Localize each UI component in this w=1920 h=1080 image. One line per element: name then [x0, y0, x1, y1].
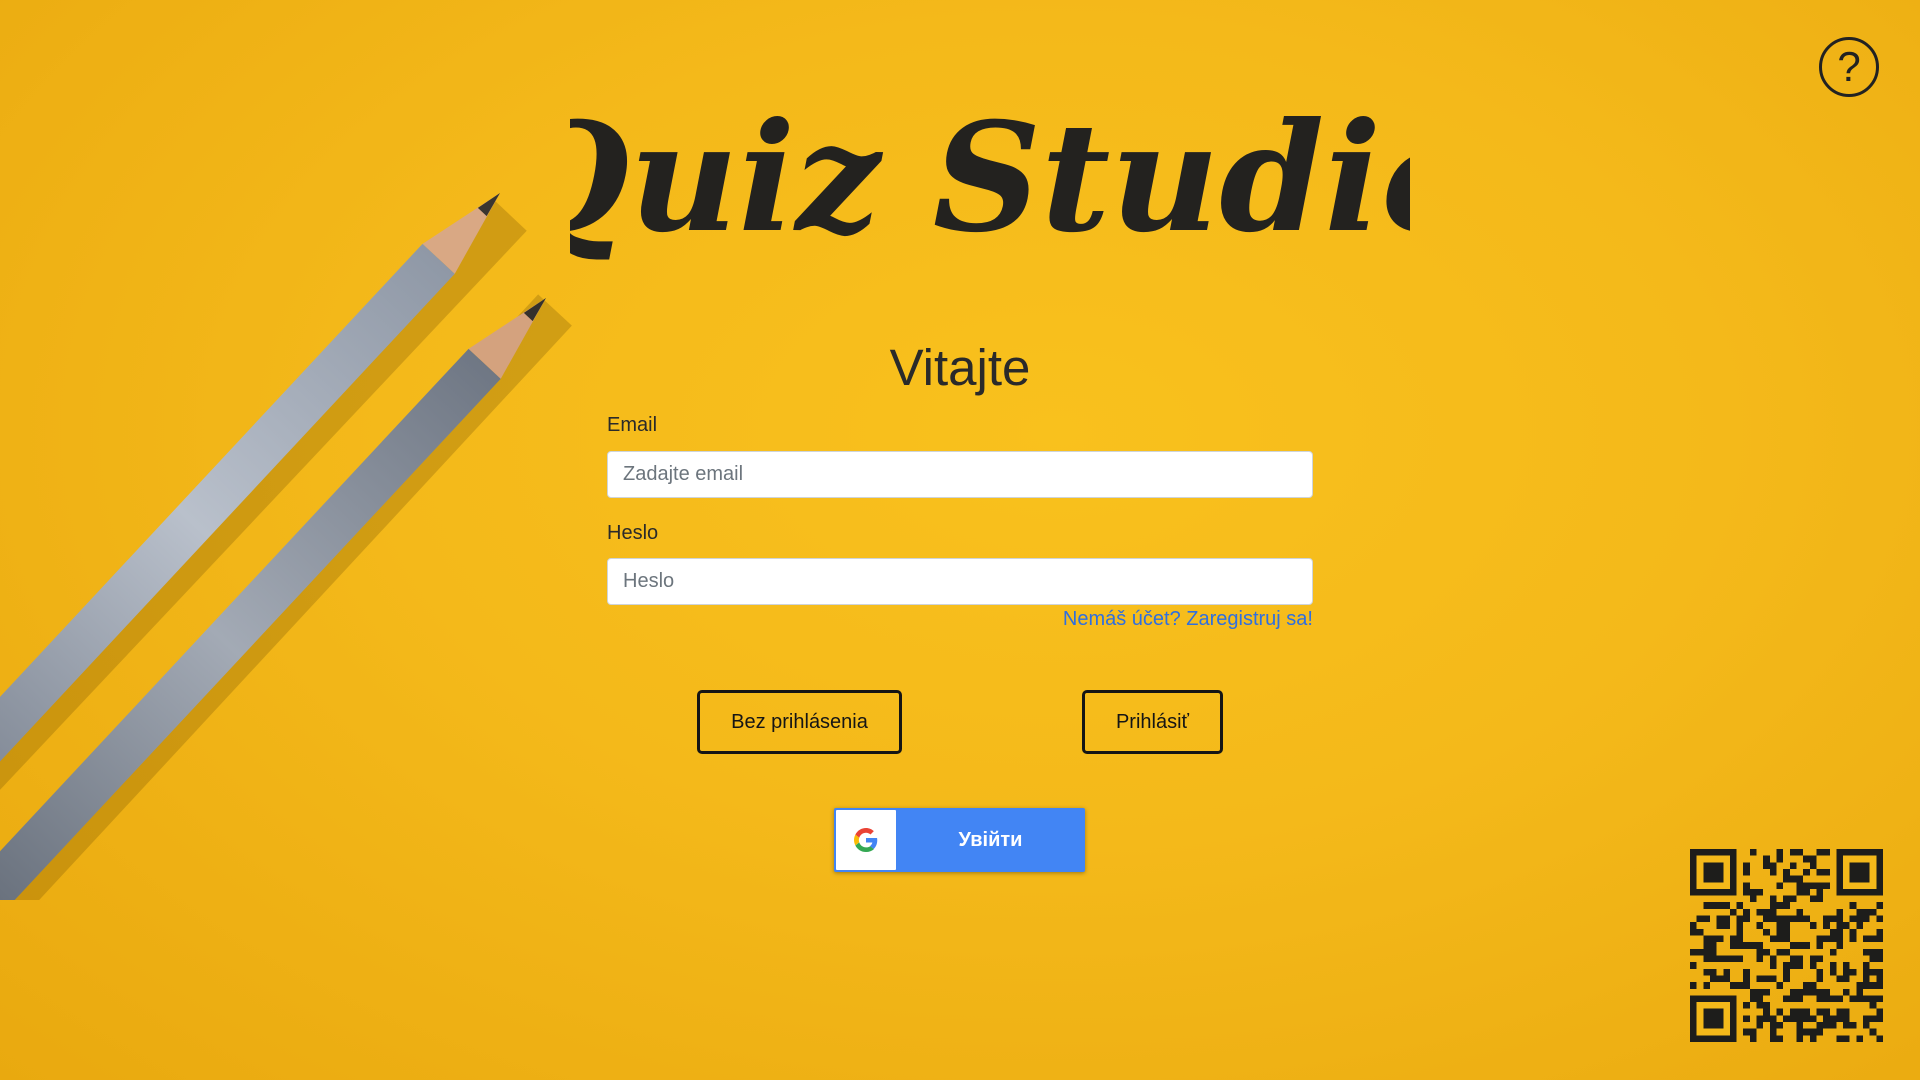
app-title: Quiz Studio — [570, 90, 1410, 266]
google-signin-button[interactable]: Увійти — [834, 808, 1085, 872]
password-label: Heslo — [607, 522, 659, 544]
login-button[interactable]: Prihlásiť — [1082, 690, 1223, 754]
help-button[interactable]: ? — [1819, 37, 1879, 97]
register-link[interactable]: Nemáš účet? Zaregistruj sa! — [1063, 608, 1313, 631]
question-circle-icon: ? — [1837, 43, 1861, 90]
email-field[interactable] — [607, 451, 1313, 498]
welcome-heading: Vitajte — [889, 339, 1031, 396]
guest-button[interactable]: Bez prihlásenia — [697, 690, 902, 754]
google-icon-box — [836, 810, 896, 870]
qr-code — [1690, 849, 1883, 1042]
google-g-icon — [854, 828, 878, 852]
email-label: Email — [607, 414, 658, 436]
google-signin-label: Увійти — [958, 828, 1023, 851]
pencils-illustration — [0, 193, 572, 900]
app-logo: Quiz Studio — [570, 90, 1410, 266]
password-field[interactable] — [607, 558, 1313, 605]
